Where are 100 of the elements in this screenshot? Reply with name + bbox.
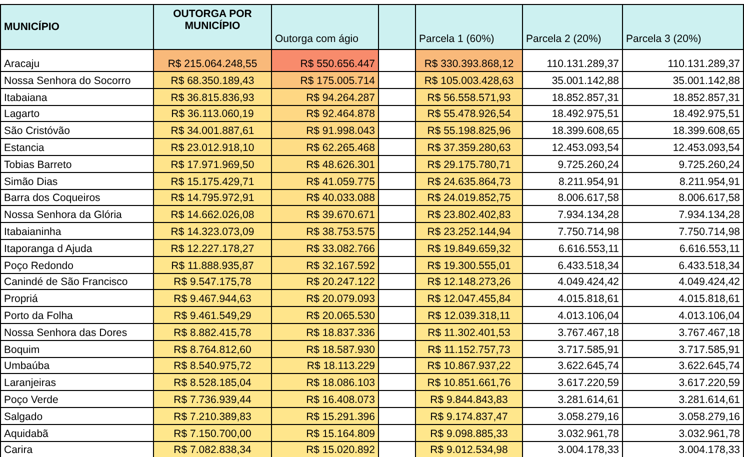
table-cell: R$ 7.150.700,00 bbox=[154, 424, 272, 442]
table-cell: R$ 9.467.944,63 bbox=[154, 290, 272, 307]
table-cell: R$ 20.065.530 bbox=[272, 306, 378, 324]
table-cell: 3.032.961,78 bbox=[522, 424, 622, 442]
table-cell: R$ 18.587.930 bbox=[272, 340, 378, 358]
table-cell: 4.049.424,42 bbox=[522, 273, 622, 290]
table-cell: R$ 8.540.975,72 bbox=[154, 357, 272, 374]
table-cell: R$ 19.300.555,01 bbox=[416, 256, 522, 274]
table-cell: R$ 12.047.455,84 bbox=[416, 290, 522, 307]
column-header: Parcela 3 (20%) bbox=[622, 4, 744, 50]
table-cell: R$ 105.003.428,63 bbox=[416, 72, 522, 88]
table-cell: 6.433.518,34 bbox=[622, 256, 744, 274]
table-cell: R$ 41.059.775 bbox=[272, 172, 378, 190]
table-cell: 110.131.289,37 bbox=[622, 50, 744, 72]
table-cell: 18.852.857,31 bbox=[522, 88, 622, 106]
table-cell: R$ 39.670.671 bbox=[272, 206, 378, 223]
table-cell: R$ 20.079.093 bbox=[272, 290, 378, 307]
table-cell: 6.616.553,11 bbox=[522, 239, 622, 256]
table-cell: R$ 34.001.887,61 bbox=[154, 122, 272, 139]
table-cell: R$ 68.350.189,43 bbox=[154, 72, 272, 88]
table-cell: R$ 32.167.592 bbox=[272, 256, 378, 274]
table-cell: R$ 12.227.178,27 bbox=[154, 239, 272, 256]
table-cell: R$ 92.464.878 bbox=[272, 105, 378, 122]
table-cell: R$ 23.802.402,83 bbox=[416, 206, 522, 223]
table-cell: 7.750.714,98 bbox=[522, 222, 622, 240]
table-cell: R$ 15.291.396 bbox=[272, 407, 378, 424]
table-cell: Nossa Senhora do Socorro bbox=[0, 72, 154, 88]
table-cell: 3.058.279,16 bbox=[622, 407, 744, 424]
table-cell: R$ 24.019.852,75 bbox=[416, 189, 522, 206]
table-cell: R$ 11.152.757,73 bbox=[416, 340, 522, 358]
table-cell: R$ 19.849.659,32 bbox=[416, 239, 522, 256]
table-cell: R$ 9.461.549,29 bbox=[154, 306, 272, 324]
table-cell: R$ 18.837.336 bbox=[272, 323, 378, 340]
table-cell: Simão Dias bbox=[0, 172, 154, 190]
table-cell: Nossa Senhora da Glória bbox=[0, 206, 154, 223]
table-cell: R$ 12.039.318,11 bbox=[416, 306, 522, 324]
table-cell: 7.934.134,28 bbox=[622, 206, 744, 223]
table-cell: R$ 24.635.864,73 bbox=[416, 172, 522, 190]
column-header: MUNICÍPIO bbox=[0, 4, 154, 50]
table-cell: 6.616.553,11 bbox=[622, 239, 744, 256]
table-cell: 12.453.093,54 bbox=[522, 138, 622, 156]
table-cell: R$ 18.113.229 bbox=[272, 357, 378, 374]
table-cell: R$ 23.012.918,10 bbox=[154, 138, 272, 156]
table-cell: Poço Redondo bbox=[0, 256, 154, 274]
table-cell: R$ 12.148.273,26 bbox=[416, 273, 522, 290]
table-cell: 3.622.645,74 bbox=[622, 357, 744, 374]
table-cell: 3.058.279,16 bbox=[522, 407, 622, 424]
table-cell: 8.006.617,58 bbox=[622, 189, 744, 206]
table-cell: R$ 175.005.714 bbox=[272, 72, 378, 88]
table-cell: R$ 91.998.043 bbox=[272, 122, 378, 139]
table-cell: R$ 17.971.969,50 bbox=[154, 155, 272, 172]
table-cell: Estancia bbox=[0, 138, 154, 156]
column-header: Outorga com ágio bbox=[272, 4, 378, 50]
table-cell: R$ 8.764.812,60 bbox=[154, 340, 272, 358]
table-cell: 4.013.106,04 bbox=[622, 306, 744, 324]
table-cell: R$ 37.359.280,63 bbox=[416, 138, 522, 156]
table-cell: 7.750.714,98 bbox=[622, 222, 744, 240]
table-cell: R$ 16.408.073 bbox=[272, 390, 378, 408]
table-cell: R$ 10.851.661,76 bbox=[416, 374, 522, 391]
table-cell: R$ 7.736.939,44 bbox=[154, 390, 272, 408]
table-cell: 3.767.467,18 bbox=[622, 323, 744, 340]
table-cell: R$ 20.247.122 bbox=[272, 273, 378, 290]
table-cell: R$ 14.795.972,91 bbox=[154, 189, 272, 206]
table-cell: R$ 56.558.571,93 bbox=[416, 88, 522, 106]
table-cell: R$ 8.528.185,04 bbox=[154, 374, 272, 391]
table-cell: R$ 550.656.447 bbox=[272, 50, 378, 72]
table-cell: R$ 9.098.885,33 bbox=[416, 424, 522, 442]
table-cell: 18.492.975,51 bbox=[522, 105, 622, 122]
table-cell: 3.281.614,61 bbox=[522, 390, 622, 408]
table-cell: Itaporanga d Ajuda bbox=[0, 239, 154, 256]
table-cell: 3.617.220,59 bbox=[622, 374, 744, 391]
table-cell: 8.211.954,91 bbox=[522, 172, 622, 190]
column-header: OUTORGA POR MUNICÍPIO bbox=[154, 4, 272, 50]
table-cell: R$ 23.252.144,94 bbox=[416, 222, 522, 240]
table-cell: 4.013.106,04 bbox=[522, 306, 622, 324]
table-cell: R$ 18.086.103 bbox=[272, 374, 378, 391]
table-cell: Barra dos Coqueiros bbox=[0, 189, 154, 206]
table-cell: R$ 9.547.175,78 bbox=[154, 273, 272, 290]
table-cell: R$ 94.264.287 bbox=[272, 88, 378, 106]
table-cell: 3.717.585,91 bbox=[622, 340, 744, 358]
table-cell: Salgado bbox=[0, 407, 154, 424]
table-cell: R$ 10.867.937,22 bbox=[416, 357, 522, 374]
table-cell: R$ 11.888.935,87 bbox=[154, 256, 272, 274]
table-cell: 3.767.467,18 bbox=[522, 323, 622, 340]
table-cell: 3.622.645,74 bbox=[522, 357, 622, 374]
table-cell: R$ 14.662.026,08 bbox=[154, 206, 272, 223]
table-cell: R$ 215.064.248,55 bbox=[154, 50, 272, 72]
table-cell: R$ 9.844.843,83 bbox=[416, 390, 522, 408]
table-cell: 18.852.857,31 bbox=[622, 88, 744, 106]
table-cell: Itabaianinha bbox=[0, 222, 154, 240]
table-cell: 9.725.260,24 bbox=[522, 155, 622, 172]
table-cell: R$ 14.323.073,09 bbox=[154, 222, 272, 240]
table-cell: Boquim bbox=[0, 340, 154, 358]
table-cell: R$ 48.626.301 bbox=[272, 155, 378, 172]
table-cell: 4.015.818,61 bbox=[522, 290, 622, 307]
table-cell: 8.006.617,58 bbox=[522, 189, 622, 206]
table-cell: R$ 62.265.468 bbox=[272, 138, 378, 156]
table-cell: 35.001.142,88 bbox=[522, 72, 622, 88]
table-cell: R$ 55.198.825,96 bbox=[416, 122, 522, 139]
table-cell: R$ 9.174.837,47 bbox=[416, 407, 522, 424]
